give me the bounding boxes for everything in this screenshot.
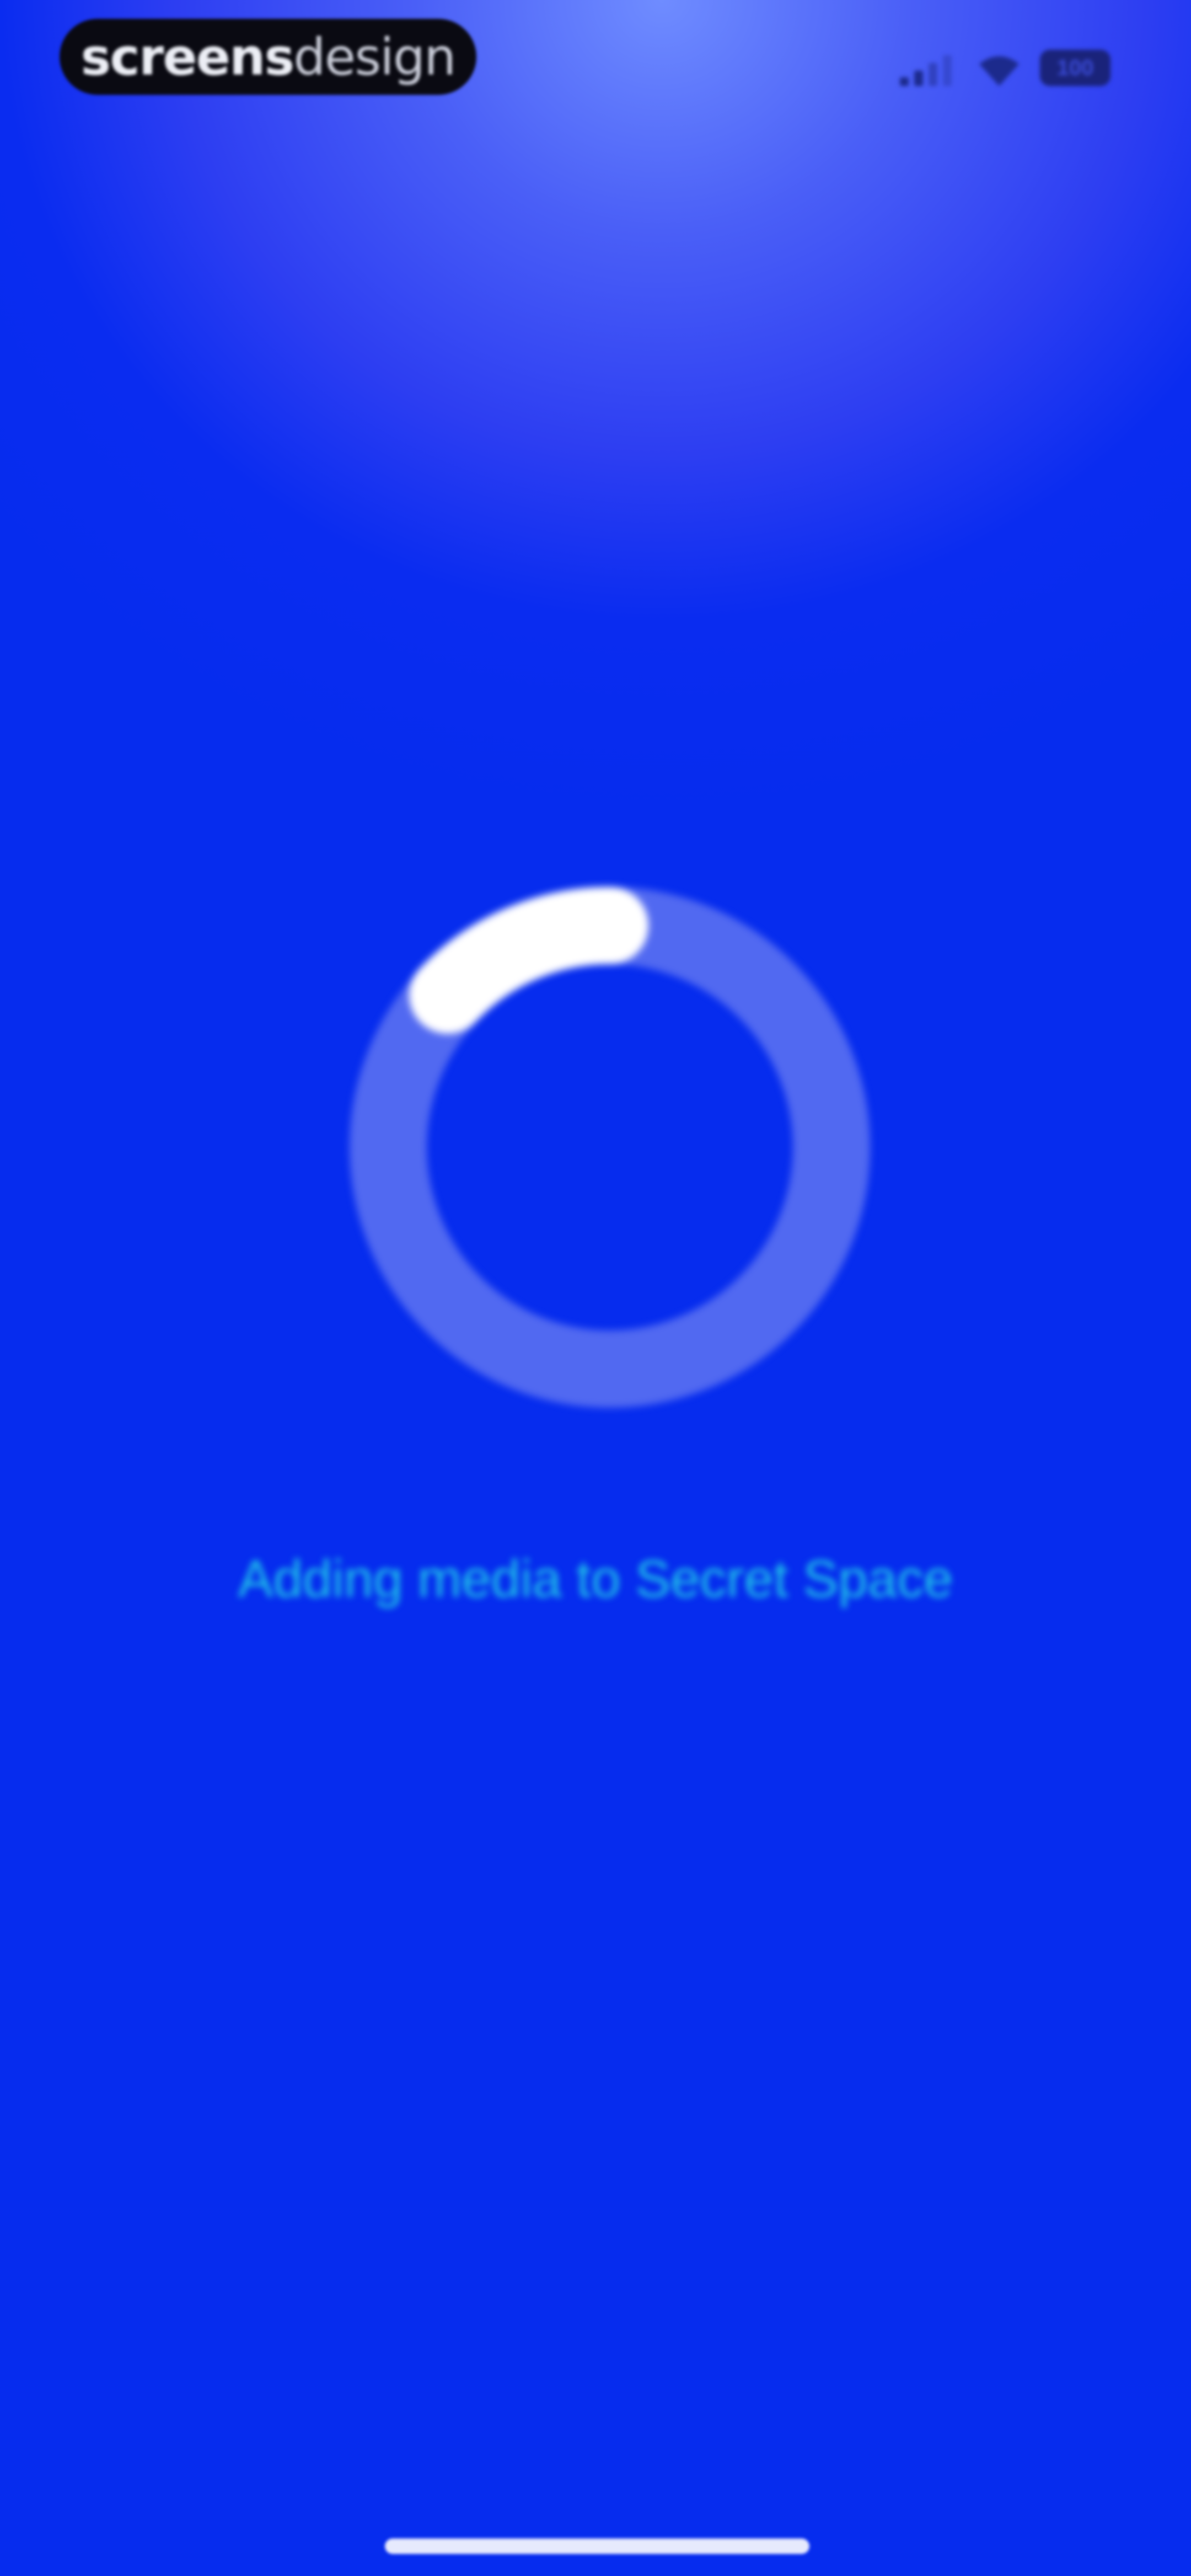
loading-spinner-icon xyxy=(350,886,870,1408)
home-indicator[interactable] xyxy=(385,2538,809,2554)
wifi-icon xyxy=(977,53,1021,87)
brand-logo: screens design xyxy=(60,19,476,95)
battery-label: 100 xyxy=(1056,55,1094,80)
battery-icon: 100 xyxy=(1040,50,1110,86)
spinner-arc xyxy=(409,886,648,1034)
status-message: Adding media to Secret Space xyxy=(238,1549,953,1608)
brand-logo-bold: screens xyxy=(81,27,295,87)
cellular-signal-icon xyxy=(900,53,955,86)
brand-logo-light: design xyxy=(293,27,456,87)
status-bar: screens design 100 xyxy=(0,0,1191,116)
